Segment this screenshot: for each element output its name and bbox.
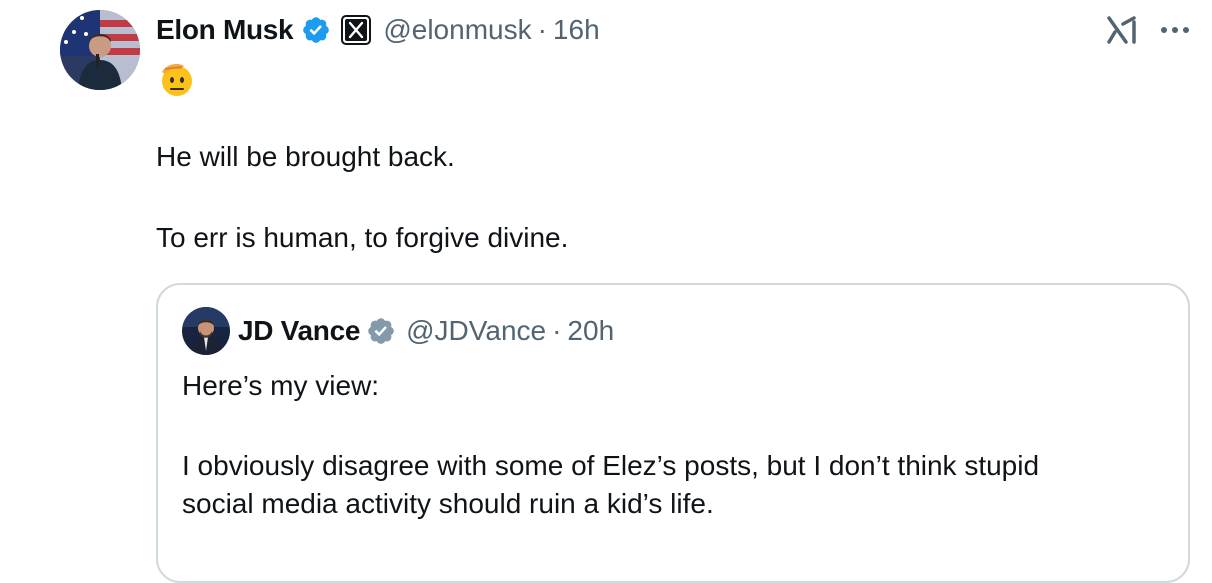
author-avatar[interactable] bbox=[60, 10, 140, 90]
quoted-author-handle[interactable]: @JDVance bbox=[406, 315, 546, 347]
saluting-face-emoji-icon bbox=[158, 60, 196, 98]
avatar-image bbox=[60, 10, 140, 90]
quoted-text-line: Here’s my view: bbox=[182, 370, 380, 401]
gray-verified-badge-icon[interactable] bbox=[366, 316, 396, 346]
more-options-icon[interactable] bbox=[1160, 25, 1190, 35]
timestamp[interactable]: 16h bbox=[553, 14, 600, 46]
quoted-timestamp[interactable]: 20h bbox=[567, 315, 614, 347]
tweet-header: Elon Musk @elonmusk · 16h bbox=[156, 10, 600, 50]
tweet: Elon Musk @elonmusk · 16h He will be bro… bbox=[0, 0, 1212, 583]
quoted-text-line: I obviously disagree with some of Elez’s… bbox=[182, 450, 1040, 481]
quoted-tweet-card[interactable]: JD Vance @JDVance · 20h Here’s my view: … bbox=[156, 283, 1190, 583]
separator-dot: · bbox=[537, 14, 547, 45]
verified-badge-icon[interactable] bbox=[301, 15, 331, 45]
quoted-author-name[interactable]: JD Vance bbox=[238, 315, 360, 347]
author-handle[interactable]: @elonmusk bbox=[383, 14, 531, 46]
author-name[interactable]: Elon Musk bbox=[156, 14, 294, 46]
separator-dot: · bbox=[552, 315, 562, 346]
header-actions bbox=[1106, 14, 1190, 46]
x-logo-icon[interactable] bbox=[341, 15, 372, 45]
quoted-avatar-image bbox=[182, 307, 230, 355]
quoted-author-avatar[interactable] bbox=[182, 307, 230, 355]
quoted-tweet-header: JD Vance @JDVance · 20h bbox=[238, 311, 614, 351]
tweet-text-line: He will be brought back. bbox=[156, 141, 455, 172]
grok-icon[interactable] bbox=[1106, 14, 1138, 46]
tweet-text-line: To err is human, to forgive divine. bbox=[156, 222, 569, 253]
quoted-text-line: social media activity should ruin a kid’… bbox=[182, 488, 714, 519]
